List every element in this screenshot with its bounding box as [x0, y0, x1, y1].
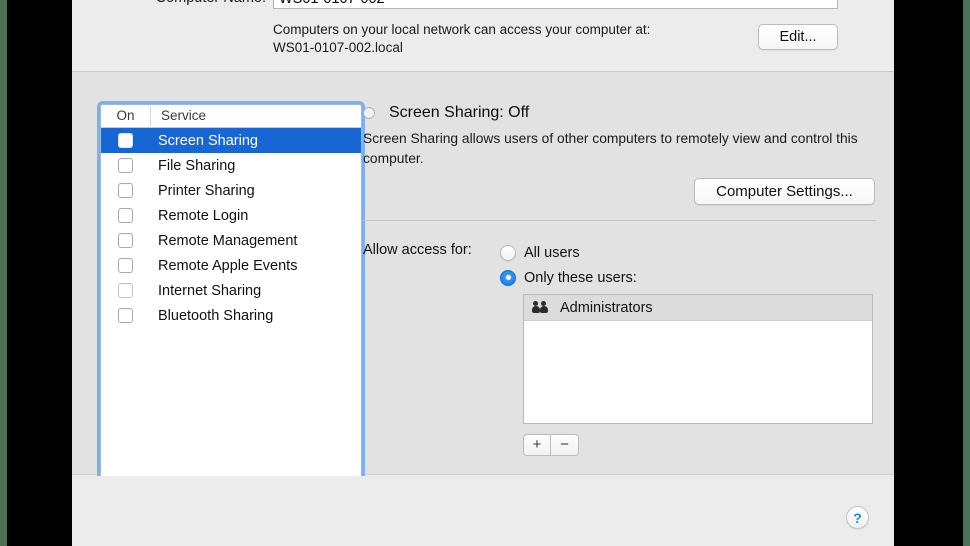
service-status-indicator-icon — [363, 107, 375, 119]
service-checkbox[interactable] — [118, 183, 133, 198]
service-checkbox[interactable] — [118, 158, 133, 173]
service-name-label: Internet Sharing — [158, 282, 262, 299]
help-button[interactable]: ? — [846, 506, 869, 529]
detail-divider — [363, 220, 876, 221]
service-row-remote-management[interactable]: Remote Management — [101, 228, 361, 253]
network-hostname-helper: Computers on your local network can acce… — [273, 21, 743, 57]
service-checkbox[interactable] — [118, 133, 133, 148]
service-name-label: Printer Sharing — [158, 182, 255, 199]
service-row-remote-apple-events[interactable]: Remote Apple Events — [101, 253, 361, 278]
service-checkbox[interactable] — [118, 258, 133, 273]
service-row-screen-sharing[interactable]: Screen Sharing — [101, 128, 361, 153]
computer-name-label: Computer Name: — [72, 0, 266, 6]
list-item[interactable]: Administrators — [524, 295, 872, 321]
service-checkbox-cell[interactable] — [101, 183, 150, 198]
computer-name-section: Computer Name: WS01-0107-002 Computers o… — [72, 0, 894, 72]
helper-line-2: WS01-0107-002.local — [273, 40, 403, 55]
service-name-label: Remote Login — [158, 207, 249, 224]
sharing-main-panel: On Service Screen Sharing File Sharing Pri… — [72, 72, 894, 492]
service-list[interactable]: On Service Screen Sharing File Sharing Pri… — [100, 104, 362, 489]
computer-name-row: Computer Name: WS01-0107-002 — [72, 0, 894, 14]
radio-option-all-users[interactable]: All users — [500, 240, 637, 265]
service-name-label: Bluetooth Sharing — [158, 307, 274, 324]
service-name-label: Remote Management — [158, 232, 298, 249]
service-rows-container: Screen Sharing File Sharing Printer Sharin… — [101, 128, 361, 328]
service-row-bluetooth-sharing[interactable]: Bluetooth Sharing — [101, 303, 361, 328]
left-edge-strip — [0, 0, 7, 546]
service-list-header: On Service — [101, 105, 361, 128]
service-name-label: File Sharing — [158, 157, 236, 174]
edit-button[interactable]: Edit... — [758, 24, 838, 50]
radio-option-only-these-users[interactable]: Only these users: — [500, 265, 637, 290]
radio-label: Only these users: — [524, 269, 637, 286]
add-user-button[interactable]: + — [523, 434, 551, 456]
service-name-label: Remote Apple Events — [158, 257, 298, 274]
remove-user-button[interactable]: − — [551, 434, 579, 456]
service-checkbox[interactable] — [118, 233, 133, 248]
group-icon — [532, 301, 550, 314]
allow-access-radio-group: All users Only these users: — [500, 240, 637, 290]
service-row-remote-login[interactable]: Remote Login — [101, 203, 361, 228]
service-checkbox[interactable] — [118, 283, 133, 298]
service-list-focus-ring: On Service Screen Sharing File Sharing Pri… — [97, 101, 365, 492]
radio-button[interactable] — [500, 244, 516, 261]
service-checkbox[interactable] — [118, 208, 133, 223]
allow-access-label: Allow access for: — [363, 242, 472, 258]
radio-label: All users — [524, 244, 580, 261]
column-header-on: On — [101, 106, 151, 126]
screen: Computer Name: WS01-0107-002 Computers o… — [0, 0, 970, 546]
service-checkbox-cell[interactable] — [101, 158, 150, 173]
service-checkbox-cell[interactable] — [101, 308, 150, 323]
right-edge-strip — [963, 0, 970, 546]
service-detail-pane: Screen Sharing: Off Screen Sharing allow… — [363, 72, 894, 475]
service-status-row: Screen Sharing: Off — [363, 103, 529, 123]
add-remove-user-buttons: + − — [523, 434, 579, 456]
service-row-file-sharing[interactable]: File Sharing — [101, 153, 361, 178]
computer-settings-button[interactable]: Computer Settings... — [694, 178, 875, 205]
service-status-title: Screen Sharing: Off — [389, 104, 530, 121]
service-checkbox-cell[interactable] — [101, 233, 150, 248]
service-row-printer-sharing[interactable]: Printer Sharing — [101, 178, 361, 203]
user-group-name: Administrators — [560, 299, 653, 316]
radio-button[interactable] — [500, 269, 516, 286]
service-description: Screen Sharing allows users of other com… — [363, 131, 858, 166]
service-checkbox-cell[interactable] — [101, 258, 150, 273]
allowed-users-list[interactable]: Administrators — [523, 294, 873, 424]
service-checkbox[interactable] — [118, 308, 133, 323]
computer-name-input[interactable]: WS01-0107-002 — [273, 0, 838, 9]
service-checkbox-cell[interactable] — [101, 133, 150, 148]
helper-line-1: Computers on your local network can acce… — [273, 22, 651, 37]
service-checkbox-cell[interactable] — [101, 283, 150, 298]
sharing-preferences-window: Computer Name: WS01-0107-002 Computers o… — [72, 0, 894, 546]
service-row-internet-sharing[interactable]: Internet Sharing — [101, 278, 361, 303]
service-name-label: Screen Sharing — [158, 132, 258, 149]
bottom-bar: ? — [72, 476, 894, 546]
service-checkbox-cell[interactable] — [101, 208, 150, 223]
allowed-users-empty-area[interactable] — [524, 321, 872, 423]
column-header-service: Service — [161, 108, 207, 123]
